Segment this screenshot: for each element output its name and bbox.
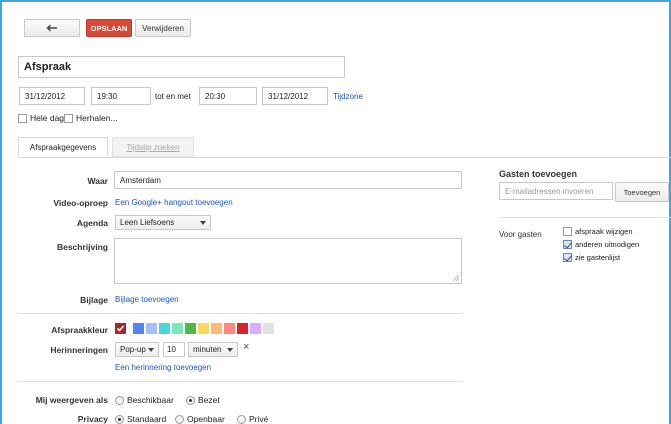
- guests-title: Gasten toevoegen: [499, 169, 578, 179]
- repeat-checkbox[interactable]: [64, 113, 73, 123]
- guest-email-input[interactable]: E-mailadressen invoeren: [499, 182, 613, 200]
- event-title-input[interactable]: Afspraak: [18, 56, 345, 78]
- back-button[interactable]: [24, 19, 80, 37]
- radio-public[interactable]: [175, 414, 184, 424]
- video-label: Video-oproep: [53, 198, 108, 208]
- range-label: tot en met: [155, 92, 191, 101]
- tab-find-time[interactable]: Tijdstip zoeken: [112, 137, 194, 157]
- for-guests-label: Voor gasten: [499, 230, 542, 239]
- color-swatch[interactable]: [237, 323, 248, 334]
- privacy-private[interactable]: Privé: [237, 414, 268, 424]
- agenda-value: Leen Liefsoens: [120, 218, 175, 227]
- delete-button[interactable]: Verwijderen: [135, 19, 191, 37]
- end-date-input[interactable]: 31/12/2012: [262, 87, 328, 105]
- repeat-label: Herhalen...: [76, 113, 118, 123]
- permission-edit-checkbox[interactable]: [563, 227, 572, 236]
- chevron-down-icon: [148, 347, 154, 352]
- agenda-label: Agenda: [76, 218, 108, 228]
- option-label: Bezet: [198, 395, 220, 405]
- option-label: Standaard: [127, 414, 167, 424]
- start-time-input[interactable]: 19:30: [91, 87, 151, 105]
- divider: [18, 381, 462, 382]
- privacy-label: Privacy: [77, 414, 108, 424]
- option-label: Openbaar: [187, 414, 225, 424]
- show-as-label: Mij weergeven als: [35, 395, 108, 405]
- permission-invite-checkbox[interactable]: [563, 240, 572, 249]
- permission-label: afspraak wijzigen: [575, 227, 633, 236]
- allday-label: Hele dag: [30, 113, 65, 123]
- attachment-label: Bijlage: [80, 295, 108, 305]
- app-frame: OPSLAAN Verwijderen Afspraak 31/12/2012 …: [0, 0, 671, 424]
- reminder-method-select[interactable]: Pop-up: [115, 342, 159, 357]
- add-attachment-link[interactable]: Bijlage toevoegen: [115, 295, 179, 304]
- chevron-down-icon: [200, 220, 206, 225]
- color-swatch[interactable]: [198, 323, 209, 334]
- back-arrow-icon: [46, 24, 57, 32]
- save-button[interactable]: OPSLAAN: [86, 19, 132, 37]
- color-swatch[interactable]: [159, 323, 170, 334]
- add-hangout-link[interactable]: Een Google+ hangout toevoegen: [115, 198, 233, 207]
- check-icon: [116, 325, 125, 332]
- show-as-available[interactable]: Beschikbaar: [115, 395, 174, 405]
- permission-edit[interactable]: afspraak wijzigen: [563, 227, 633, 236]
- color-swatch[interactable]: [146, 323, 157, 334]
- description-textarea[interactable]: [114, 238, 462, 284]
- resize-handle-icon[interactable]: [453, 275, 459, 281]
- color-swatch[interactable]: [211, 323, 222, 334]
- color-swatch[interactable]: [250, 323, 261, 334]
- radio-private[interactable]: [237, 414, 246, 424]
- add-guest-button[interactable]: Toevoegen: [615, 182, 669, 202]
- repeat-option[interactable]: Herhalen...: [64, 113, 118, 123]
- radio-available[interactable]: [115, 395, 124, 405]
- permission-guestlist-checkbox[interactable]: [563, 253, 572, 262]
- option-label: Beschikbaar: [127, 395, 174, 405]
- timezone-link[interactable]: Tijdzone: [333, 92, 363, 101]
- radio-default[interactable]: [115, 414, 124, 424]
- privacy-default[interactable]: Standaard: [115, 414, 166, 424]
- reminder-method-value: Pop-up: [120, 345, 146, 354]
- permission-label: zie gastenlijst: [575, 253, 621, 262]
- where-label: Waar: [87, 176, 108, 186]
- radio-busy[interactable]: [186, 395, 195, 405]
- permission-label: anderen uitnodigen: [575, 240, 640, 249]
- where-input[interactable]: Amsterdam: [114, 171, 462, 189]
- color-swatch[interactable]: [263, 323, 274, 334]
- color-swatch[interactable]: [185, 323, 196, 334]
- color-swatch[interactable]: [172, 323, 183, 334]
- color-label: Afspraakkleur: [51, 325, 108, 335]
- allday-checkbox[interactable]: [18, 113, 27, 123]
- reminder-amount-input[interactable]: 10: [163, 342, 185, 357]
- option-label: Privé: [249, 414, 269, 424]
- end-time-input[interactable]: 20:30: [199, 87, 257, 105]
- description-label: Beschrijving: [56, 242, 108, 252]
- allday-option[interactable]: Hele dag: [18, 113, 64, 123]
- reminders-label: Herinneringen: [50, 345, 108, 355]
- color-swatch[interactable]: [224, 323, 235, 334]
- tab-underline: [18, 157, 671, 158]
- permission-guestlist[interactable]: zie gastenlijst: [563, 253, 620, 262]
- show-as-busy[interactable]: Bezet: [186, 395, 220, 405]
- chevron-down-icon: [227, 347, 233, 352]
- divider: [499, 217, 671, 218]
- color-swatch[interactable]: [133, 323, 144, 334]
- privacy-public[interactable]: Openbaar: [175, 414, 225, 424]
- start-date-input[interactable]: 31/12/2012: [19, 87, 85, 105]
- agenda-select[interactable]: Leen Liefsoens: [115, 215, 211, 230]
- remove-reminder-icon[interactable]: ×: [243, 341, 249, 353]
- reminder-unit-value: minuten: [193, 345, 222, 354]
- permission-invite[interactable]: anderen uitnodigen: [563, 240, 639, 249]
- add-reminder-link[interactable]: Een herinnering toevoegen: [115, 363, 211, 372]
- divider: [18, 313, 462, 314]
- reminder-unit-select[interactable]: minuten: [188, 342, 238, 357]
- tab-event-details[interactable]: Afspraakgegevens: [18, 137, 108, 157]
- color-swatch-selected[interactable]: [115, 323, 126, 334]
